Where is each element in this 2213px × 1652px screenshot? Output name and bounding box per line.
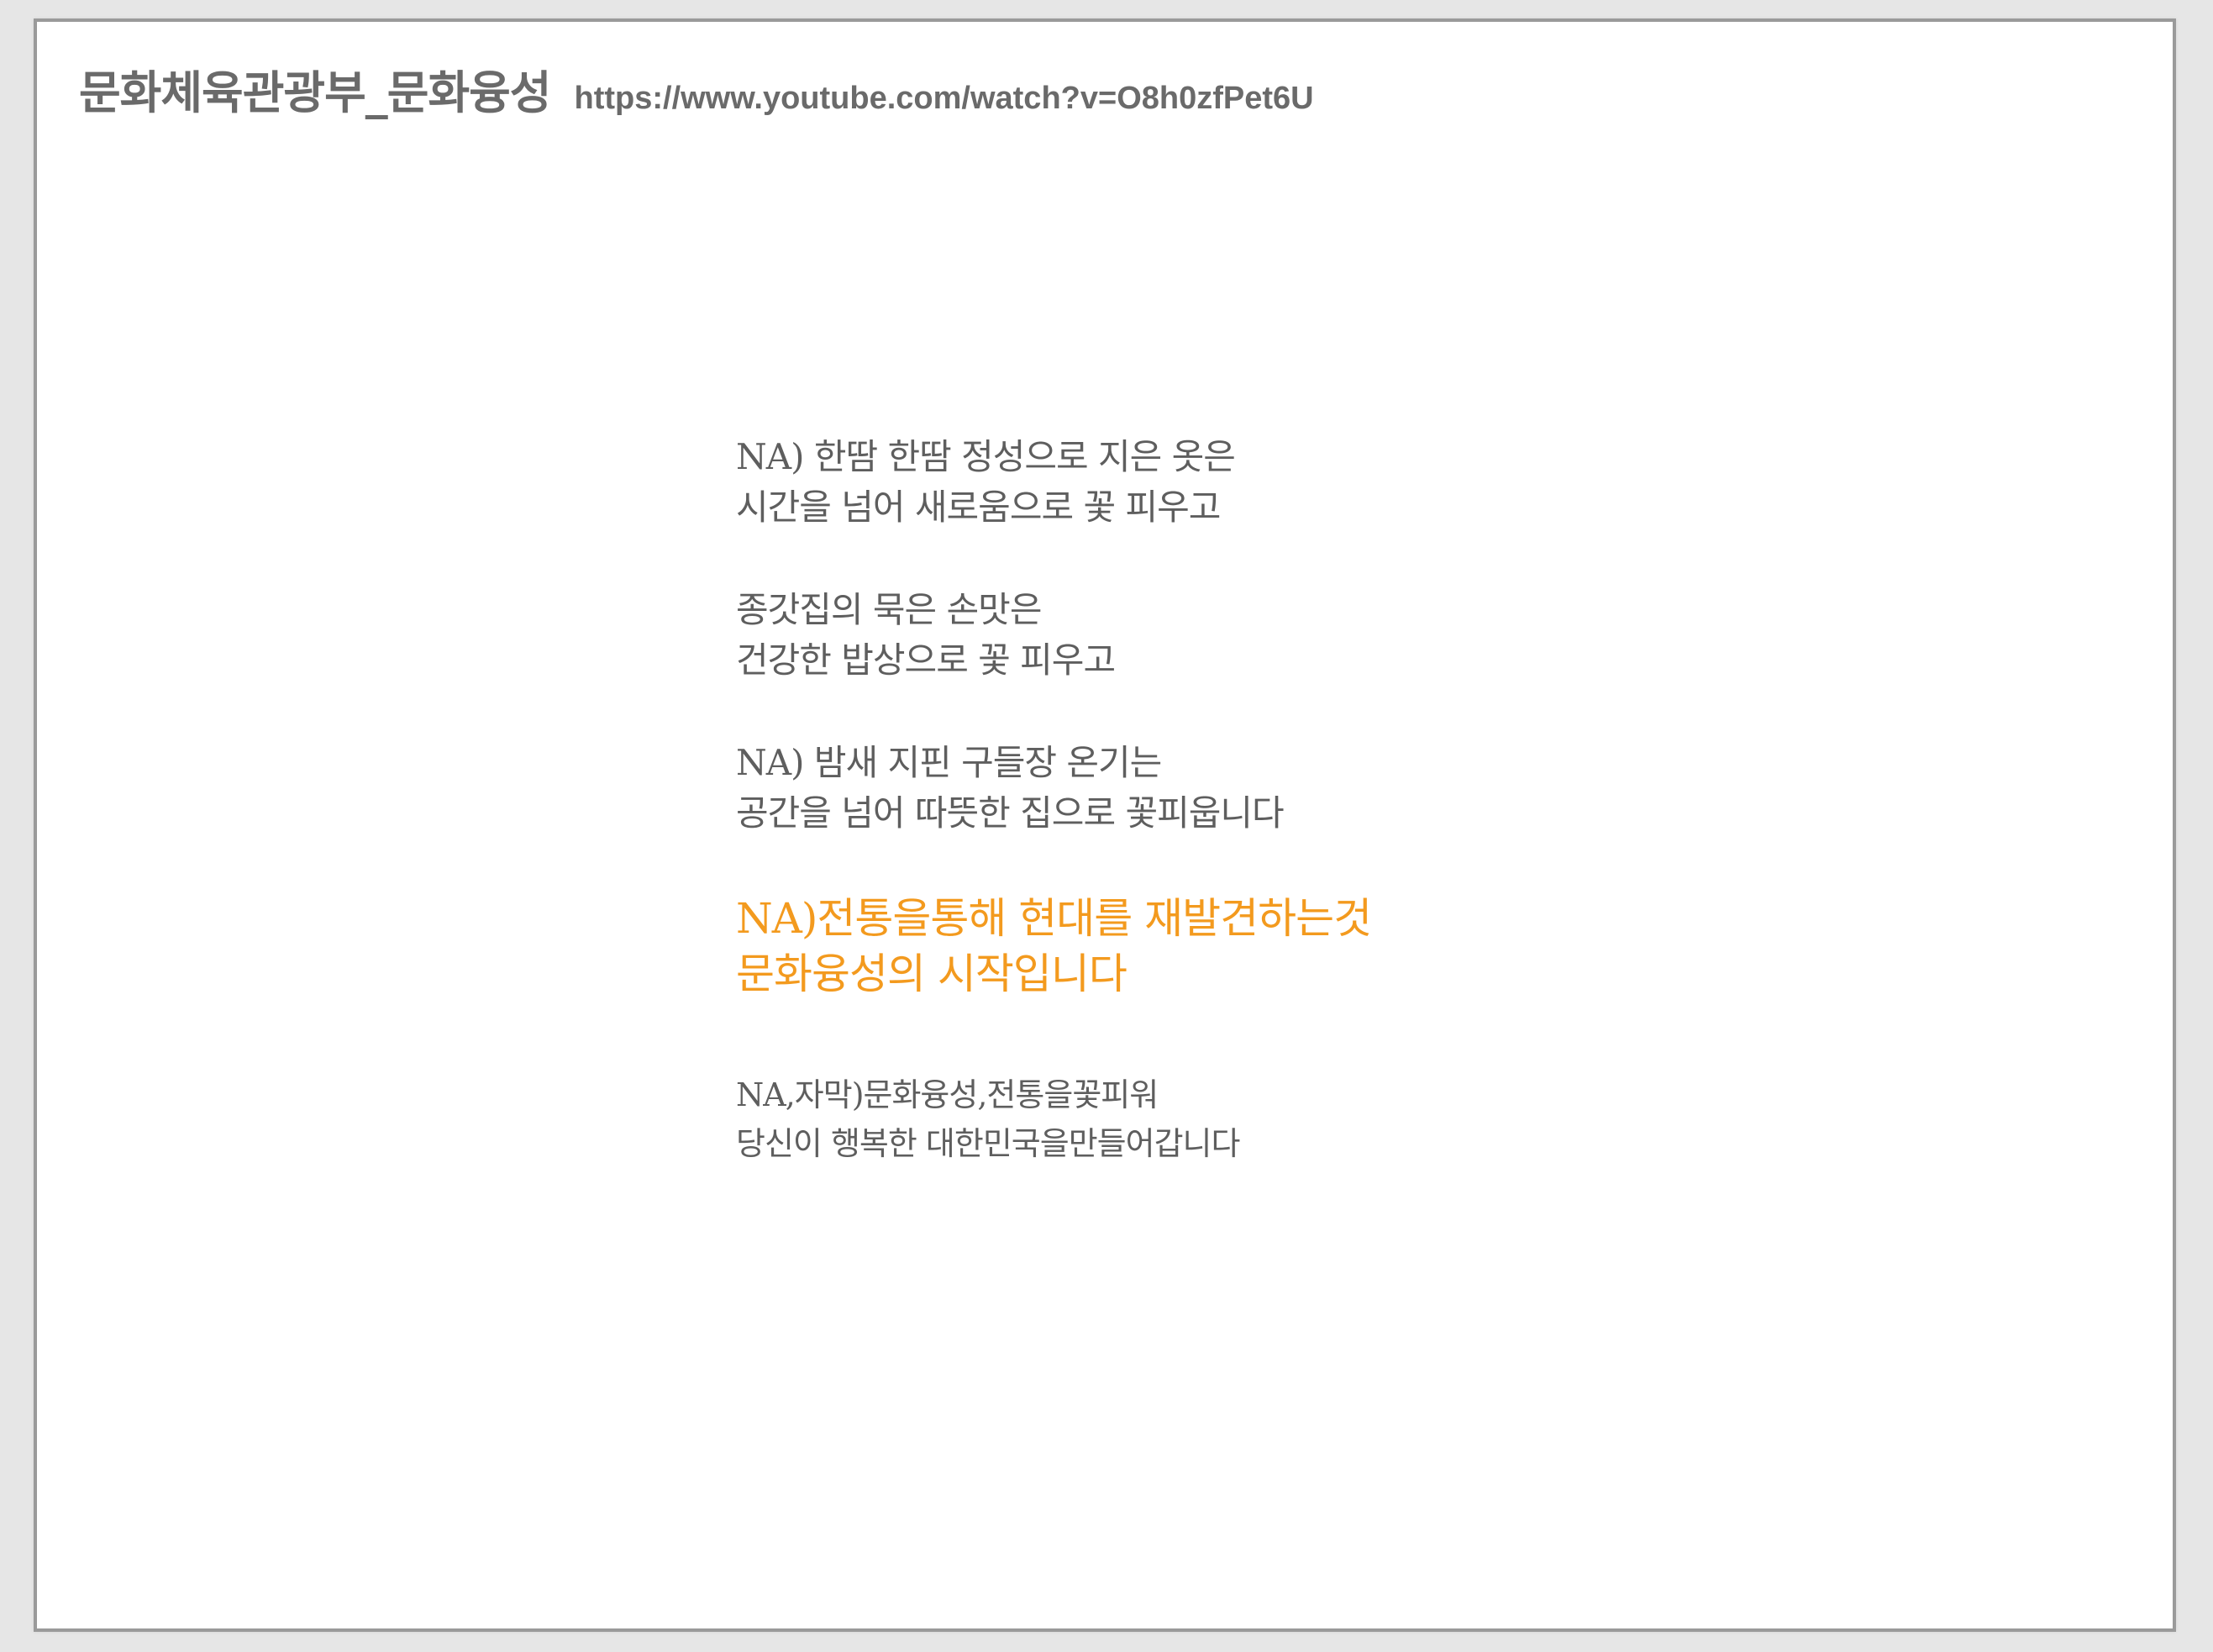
narration-line: 종갓집의 묵은 손맛은 (736, 589, 1042, 630)
narration-line: NA) 밤새 지핀 구들장 온기는 (736, 742, 1162, 783)
narration-line: 공간을 넘어 따뜻한 집으로 꽃피웁니다 (736, 792, 1285, 834)
narration-line: 시간을 넘어 새로움으로 꽃 피우고 (736, 487, 1221, 528)
slide: 문화체육관광부_문화융성 https://www.youtube.com/wat… (34, 18, 2176, 1632)
highlight-line: 문화융성의 시작입니다 (736, 950, 1128, 998)
youtube-link[interactable]: https://www.youtube.com/watch?v=O8h0zfPe… (574, 81, 1313, 117)
caption-line: 당신이 행복한 대한민국을만들어갑니다 (736, 1125, 1240, 1162)
narration-line: NA) 한땀 한땀 정성으로 지은 옷은 (736, 436, 1236, 477)
narration-stanza-3: NA) 밤새 지핀 구들장 온기는 공간을 넘어 따뜻한 집으로 꽃피웁니다 (736, 738, 1576, 839)
narration-stanza-1: NA) 한땀 한땀 정성으로 지은 옷은 시간을 넘어 새로움으로 꽃 피우고 (736, 432, 1576, 533)
narration-line: 건강한 밥상으로 꽃 피우고 (736, 639, 1116, 681)
highlight-line: NA)전통을통해 현대를 재발견하는것 (736, 894, 1372, 943)
narration-stanza-2: 종갓집의 묵은 손맛은 건강한 밥상으로 꽃 피우고 (736, 585, 1576, 686)
narration-stanza-highlight: NA)전통을통해 현대를 재발견하는것 문화융성의 시작입니다 (736, 891, 1576, 1002)
caption-line: NA,자막)문화융성,전통을꽃피워 (736, 1076, 1159, 1113)
narration-stanza-caption: NA,자막)문화융성,전통을꽃피워 당신이 행복한 대한민국을만들어갑니다 (736, 1071, 1576, 1168)
narration-script: NA) 한땀 한땀 정성으로 지은 옷은 시간을 넘어 새로움으로 꽃 피우고 … (736, 432, 1576, 1220)
slide-title: 문화체육관광부_문화융성 (79, 66, 551, 119)
slide-header: 문화체육관광부_문화융성 https://www.youtube.com/wat… (79, 55, 1314, 122)
